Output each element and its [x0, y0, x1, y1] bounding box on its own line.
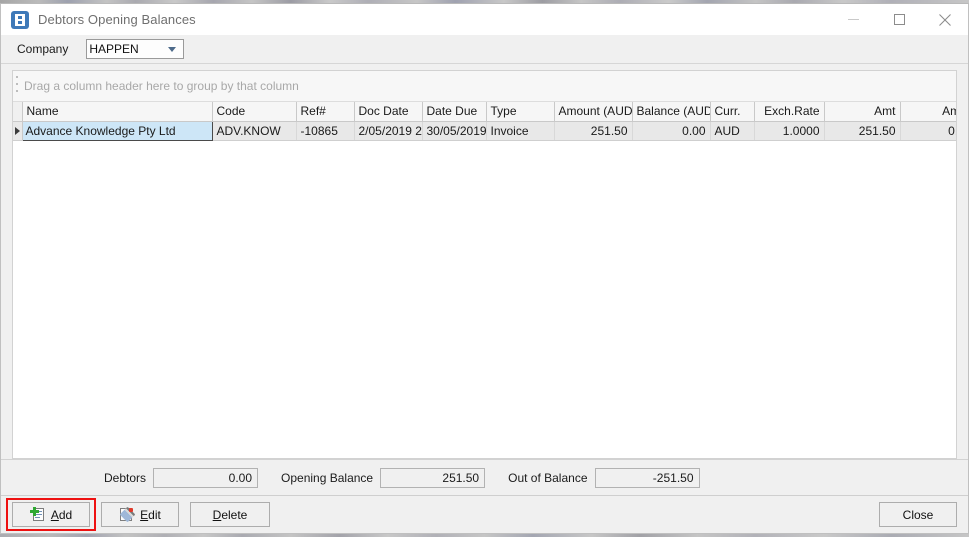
cell-date_due[interactable]: 30/05/2019	[422, 121, 487, 141]
opening-balance-label: Opening Balance	[281, 470, 374, 485]
group-by-drop-area[interactable]: Drag a column header here to group by th…	[13, 71, 956, 102]
maximize-button[interactable]	[876, 4, 922, 35]
column-header-amt[interactable]: Amt	[824, 102, 901, 122]
minimize-icon	[847, 19, 859, 20]
close-button[interactable]: Close	[879, 502, 957, 527]
row-indicator-cell	[13, 121, 23, 141]
grid-panel: Drag a column header here to group by th…	[12, 70, 957, 459]
column-header-curr[interactable]: Curr.	[710, 102, 755, 122]
cell-amt[interactable]: 251.50	[824, 121, 901, 141]
cell-exch[interactable]: 1.0000	[754, 121, 825, 141]
column-header-balance[interactable]: Balance (AUD)	[632, 102, 711, 122]
cell-doc_date[interactable]: 2/05/2019 2	[354, 121, 423, 141]
grid-empty-space	[13, 140, 956, 420]
cell-balance[interactable]: 0.00	[632, 121, 711, 141]
add-document-icon	[29, 507, 45, 522]
cell-ref[interactable]: -10865	[296, 121, 355, 141]
company-select[interactable]: HAPPEN	[86, 39, 185, 59]
close-icon	[939, 13, 951, 26]
grid-header: Name Code Ref# Doc Date Date Due Type Amount (…	[13, 102, 956, 122]
minimize-button[interactable]	[830, 4, 876, 35]
group-by-hint-text: Drag a column header here to group by th…	[24, 79, 299, 93]
column-header-amtb[interactable]: AmtB	[900, 102, 956, 122]
debtors-opening-balances-window: Debtors Opening Balances Company HAPPEN …	[0, 3, 969, 534]
company-toolbar: Company HAPPEN	[1, 35, 968, 64]
opening-balance-value-field: 251.50	[380, 467, 486, 488]
cell-amtb[interactable]: 0.00	[900, 121, 956, 141]
grid-body: Advance Knowledge Pty Ltd ADV.KNOW -10865 2…	[13, 120, 956, 420]
debtors-label: Debtors	[104, 470, 147, 485]
delete-button[interactable]: Delete	[190, 502, 270, 527]
cell-amount[interactable]: 251.50	[554, 121, 633, 141]
add-button[interactable]: Add	[12, 502, 90, 527]
edit-button[interactable]: Edit	[101, 502, 179, 527]
close-button-label: Close	[902, 507, 934, 522]
cell-code[interactable]: ADV.KNOW	[212, 121, 297, 141]
grid-header-row: Name Code Ref# Doc Date Date Due Type Amount (…	[13, 102, 956, 122]
column-header-doc_date[interactable]: Doc Date	[354, 102, 423, 122]
window-controls	[830, 4, 968, 35]
grid-scroll-area[interactable]: Name Code Ref# Doc Date Date Due Type Amount (…	[13, 102, 956, 458]
table-row[interactable]: Advance Knowledge Pty Ltd ADV.KNOW -10865 2…	[13, 120, 956, 141]
window-title: Debtors Opening Balances	[38, 12, 196, 27]
edit-pencil-icon	[119, 506, 136, 523]
close-window-button[interactable]	[922, 4, 968, 35]
edit-button-label: Edit	[140, 507, 161, 522]
app-logo-icon	[11, 10, 29, 29]
column-header-type[interactable]: Type	[486, 102, 555, 122]
out-of-balance-label: Out of Balance	[508, 470, 588, 485]
delete-button-label: Delete	[212, 507, 248, 522]
column-header-amount[interactable]: Amount (AUD)	[554, 102, 633, 122]
company-label: Company	[17, 42, 69, 56]
row-indicator-header	[13, 102, 23, 122]
grid-empty-cell	[13, 140, 956, 420]
add-button-label: Add	[50, 507, 73, 522]
column-header-code[interactable]: Code	[212, 102, 297, 122]
out-of-balance-value-field: -251.50	[594, 467, 700, 488]
column-header-exch[interactable]: Exch.Rate	[754, 102, 825, 122]
column-header-ref[interactable]: Ref#	[296, 102, 355, 122]
debtors-grid: Name Code Ref# Doc Date Date Due Type Amount (…	[13, 102, 956, 420]
action-button-bar: Add Edit Delete Close	[1, 495, 968, 533]
maximize-icon	[893, 14, 905, 25]
column-header-name[interactable]: Name	[22, 102, 213, 122]
totals-bar: Debtors 0.00 Opening Balance 251.50 Out …	[1, 459, 968, 495]
cell-type[interactable]: Invoice	[486, 121, 555, 141]
title-bar: Debtors Opening Balances	[1, 4, 968, 35]
column-header-date_due[interactable]: Date Due	[422, 102, 487, 122]
company-select-wrapper: HAPPEN	[86, 39, 185, 59]
cell-name[interactable]: Advance Knowledge Pty Ltd	[21, 120, 213, 141]
debtors-value-field: 0.00	[153, 467, 259, 488]
cell-curr[interactable]: AUD	[710, 121, 755, 141]
